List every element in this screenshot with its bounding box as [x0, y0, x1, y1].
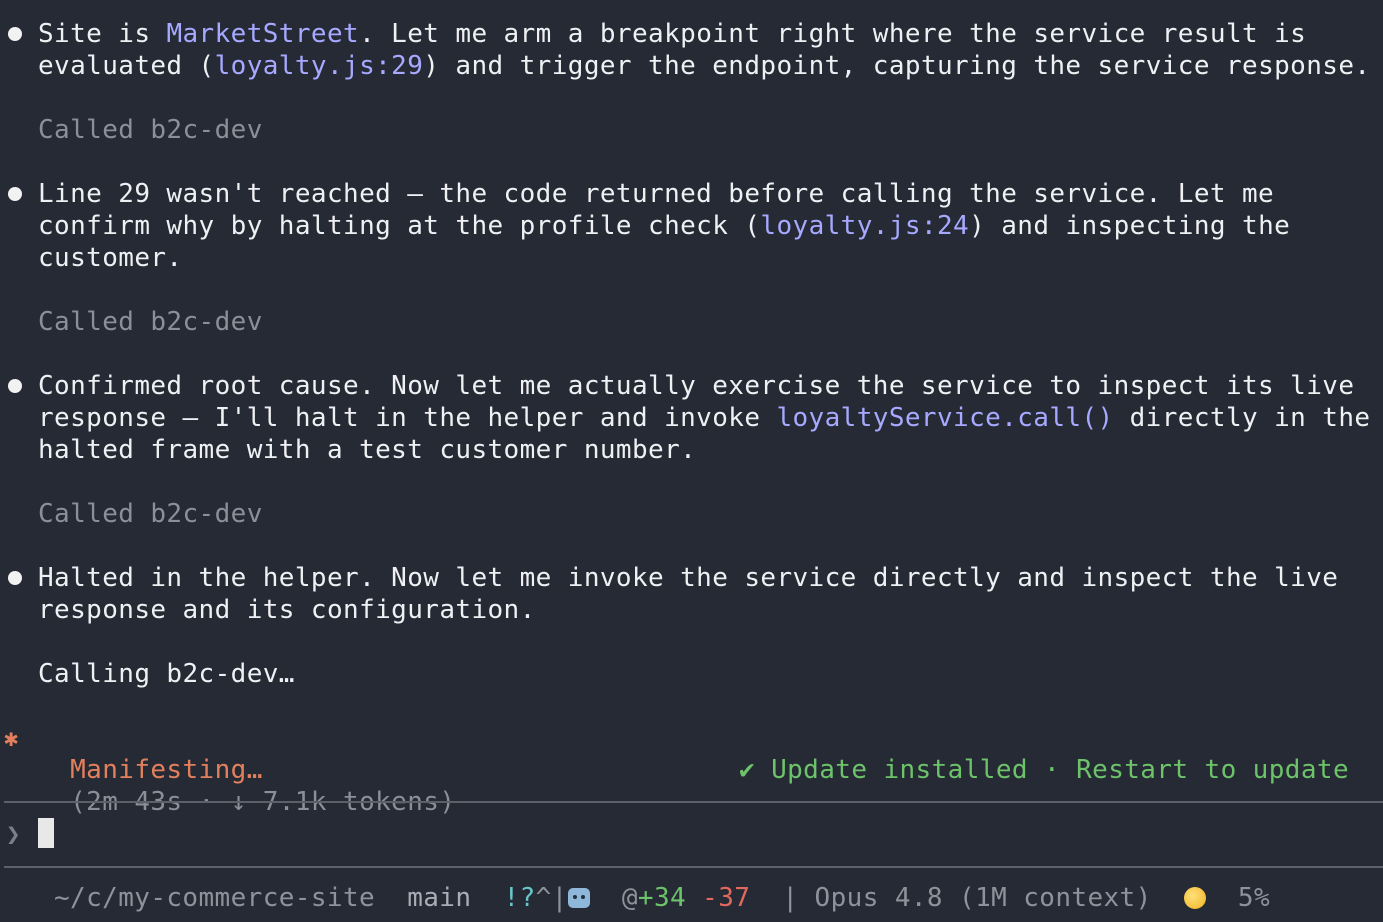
update-notice[interactable]: ✔ Update installed · Restart to update — [739, 754, 1349, 786]
robot-icon — [567, 888, 590, 908]
input-bottom-divider — [4, 866, 1383, 868]
status-lines-removed: -37 — [702, 883, 751, 913]
status-git-flags: !? — [503, 883, 536, 913]
status-lines-added: +34 — [637, 883, 687, 913]
tool-call-status[interactable]: Calling b2c-dev… — [38, 658, 295, 690]
message-bullet-icon — [8, 187, 22, 201]
status-bar: ~/c/my-commerce-site main !?^| @+34 -37 … — [54, 883, 1270, 913]
sun-icon — [1183, 887, 1206, 909]
tool-call-status[interactable]: Called b2c-dev — [38, 114, 263, 146]
tool-call-status[interactable]: Called b2c-dev — [38, 306, 263, 338]
message-line: evaluated (loyalty.js:29) and trigger th… — [38, 50, 1370, 82]
message-text: halted frame with a test customer number… — [38, 435, 697, 465]
code-reference[interactable]: loyaltyService.call() — [776, 403, 1113, 433]
message-bullet-icon — [8, 379, 22, 393]
message-text: ) and trigger the endpoint, capturing th… — [423, 51, 1371, 81]
message-bullet-icon — [8, 571, 22, 585]
status-branch: main — [407, 883, 472, 913]
message-text: evaluated ( — [38, 51, 215, 81]
tool-call-status[interactable]: Called b2c-dev — [38, 498, 263, 530]
message-text: Confirmed root cause. Now let me actuall… — [38, 371, 1355, 401]
prompt-chevron-icon: ❯ — [6, 820, 21, 848]
message-line: response — I'll halt in the helper and i… — [38, 402, 1370, 434]
message-text: ) and inspecting the — [969, 211, 1291, 241]
message-text: confirm why by halting at the profile ch… — [38, 211, 761, 241]
message-bullet-icon — [8, 27, 22, 41]
message-line: Confirmed root cause. Now let me actuall… — [38, 370, 1354, 402]
status-git-extra: ^| — [535, 883, 568, 913]
code-reference[interactable]: loyalty.js:29 — [215, 51, 424, 81]
message-text: customer. — [38, 243, 183, 273]
message-text: directly in the — [1113, 403, 1371, 433]
message-text: response and its configuration. — [38, 595, 536, 625]
message-line: Line 29 wasn't reached — the code return… — [38, 178, 1274, 210]
code-reference[interactable]: loyalty.js:24 — [760, 211, 969, 241]
prompt-input-cursor[interactable] — [38, 818, 54, 848]
input-top-divider — [4, 801, 1383, 803]
message-line: customer. — [38, 242, 182, 274]
status-usage-percent: 5% — [1237, 883, 1270, 913]
message-text: response — I'll halt in the helper and i… — [38, 403, 777, 433]
spinner-icon: ✱ — [4, 724, 19, 752]
message-line: Halted in the helper. Now let me invoke … — [38, 562, 1338, 594]
message-line: halted frame with a test customer number… — [38, 434, 696, 466]
status-path: ~/c/my-commerce-site — [54, 883, 376, 913]
status-model: Opus 4.8 (1M context) — [814, 883, 1152, 913]
spinner-status: Manifesting… (2m 43s · ↓ 7.1k tokens) — [38, 722, 455, 817]
message-line: response and its configuration. — [38, 594, 536, 626]
message-line: confirm why by halting at the profile ch… — [38, 210, 1290, 242]
message-text: . Let me arm a breakpoint right where th… — [359, 19, 1307, 49]
message-text: Site is — [38, 19, 167, 49]
status-separator: | — [782, 883, 799, 913]
message-text: Line 29 wasn't reached — the code return… — [38, 179, 1275, 209]
message-line: Site is MarketStreet. Let me arm a break… — [38, 18, 1306, 50]
code-reference[interactable]: MarketStreet — [166, 19, 359, 49]
message-text: Halted in the helper. Now let me invoke … — [38, 563, 1339, 593]
spinner-label: Manifesting… — [70, 755, 263, 785]
